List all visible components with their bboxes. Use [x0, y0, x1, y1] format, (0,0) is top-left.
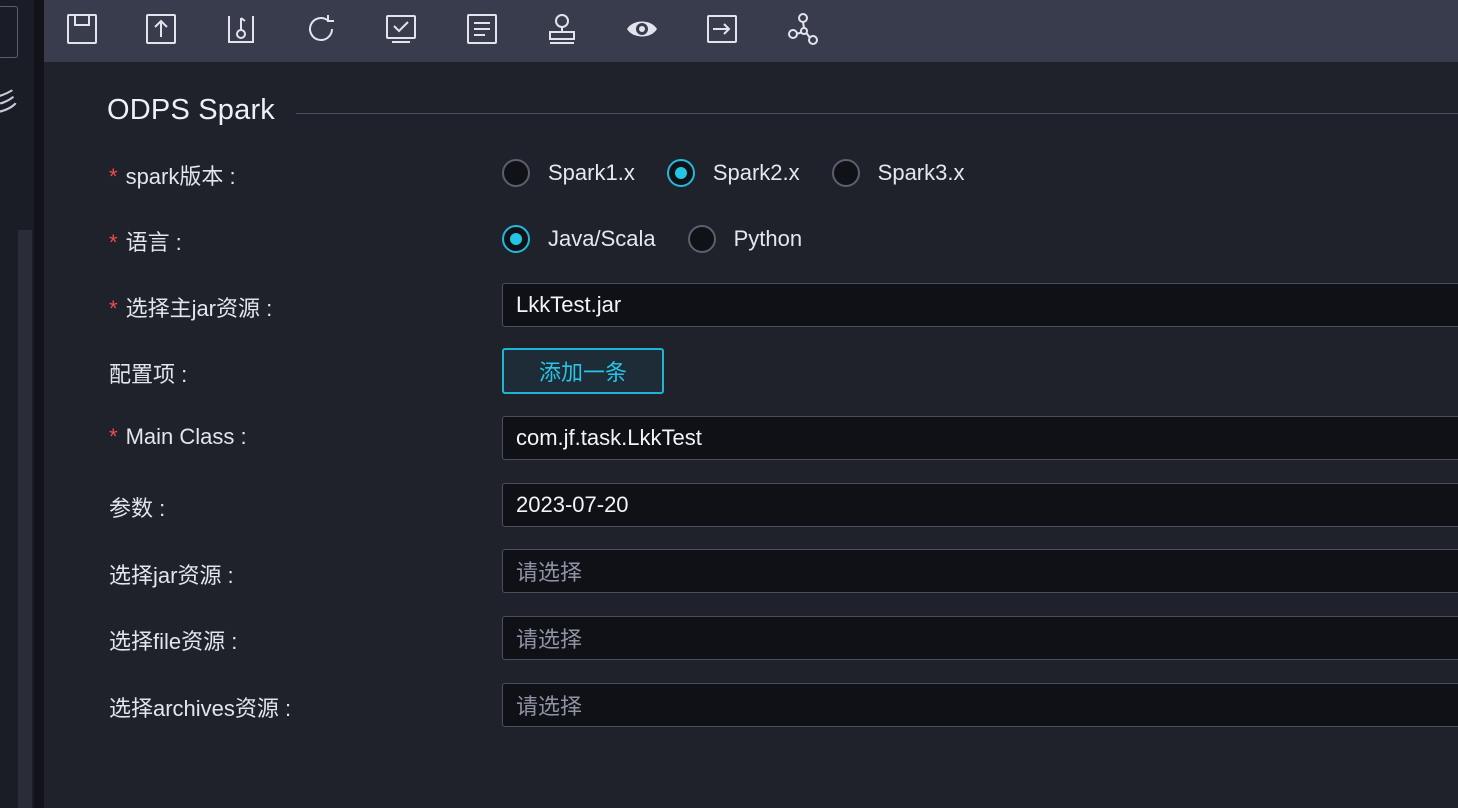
radio-circle[interactable] [666, 159, 695, 187]
spark-version-radio-group: Spark1.x Spark2.x Spark3.x [502, 159, 996, 187]
config-label: 配置项 : [109, 362, 188, 387]
jar-resource-label: 选择jar资源 : [109, 563, 234, 588]
required-mark: * [109, 296, 118, 321]
file-resource-select[interactable]: 请选择 [502, 616, 1458, 660]
radio-circle[interactable] [502, 159, 530, 187]
required-mark: * [109, 164, 118, 189]
radio-spark3[interactable]: Spark3.x [831, 159, 964, 187]
section-divider [296, 113, 1458, 114]
check-icon[interactable] [382, 10, 420, 48]
form-panel: ODPS Spark * spark版本 : Spark1.x Spark2.x … [44, 62, 1458, 808]
main-jar-select[interactable]: LkkTest.jar [502, 283, 1458, 327]
required-mark: * [109, 230, 118, 255]
submit-icon[interactable] [222, 10, 260, 48]
panel-divider[interactable] [34, 0, 44, 808]
upload-icon[interactable] [142, 10, 180, 48]
main-class-label: * Main Class : [109, 424, 247, 449]
add-config-button[interactable]: 添加一条 [502, 348, 664, 394]
radio-circle[interactable] [687, 225, 716, 253]
stamp-icon[interactable] [543, 10, 581, 48]
left-panel-input[interactable] [0, 6, 18, 58]
radio-spark2[interactable]: Spark2.x [666, 159, 800, 187]
jar-resource-select[interactable]: 请选择 [502, 549, 1458, 593]
archives-resource-select[interactable]: 请选择 [502, 683, 1458, 727]
archives-resource-label: 选择archives资源 : [109, 696, 292, 721]
save-icon[interactable] [63, 10, 101, 48]
main-jar-label: * 选择主jar资源 : [109, 296, 273, 321]
log-icon[interactable] [463, 10, 501, 48]
params-input[interactable]: 2023-07-20 [502, 483, 1458, 527]
network-icon[interactable] [784, 10, 822, 48]
refresh-icon[interactable] [302, 10, 340, 48]
view-icon[interactable] [623, 10, 661, 48]
spark-version-label: * spark版本 : [109, 164, 236, 189]
radio-python[interactable]: Python [687, 225, 802, 253]
radio-spark1[interactable]: Spark1.x [502, 159, 635, 187]
radio-circle[interactable] [831, 159, 860, 187]
language-label: * 语言 : [109, 230, 182, 255]
left-panel: 彡 [0, 0, 34, 808]
toolbar [44, 0, 1458, 62]
main-class-input[interactable]: com.jf.task.LkkTest [502, 416, 1458, 460]
params-label: 参数 : [109, 496, 166, 521]
export-icon[interactable] [703, 10, 741, 48]
language-radio-group: Java/Scala Python [502, 225, 834, 253]
left-panel-scrollbar[interactable] [18, 230, 32, 808]
file-resource-label: 选择file资源 : [109, 629, 238, 654]
radio-java-scala[interactable]: Java/Scala [502, 225, 656, 253]
section-title: ODPS Spark [107, 94, 275, 126]
radio-circle[interactable] [502, 225, 530, 253]
required-mark: * [109, 424, 118, 449]
left-panel-glyph: 彡 [0, 87, 21, 117]
